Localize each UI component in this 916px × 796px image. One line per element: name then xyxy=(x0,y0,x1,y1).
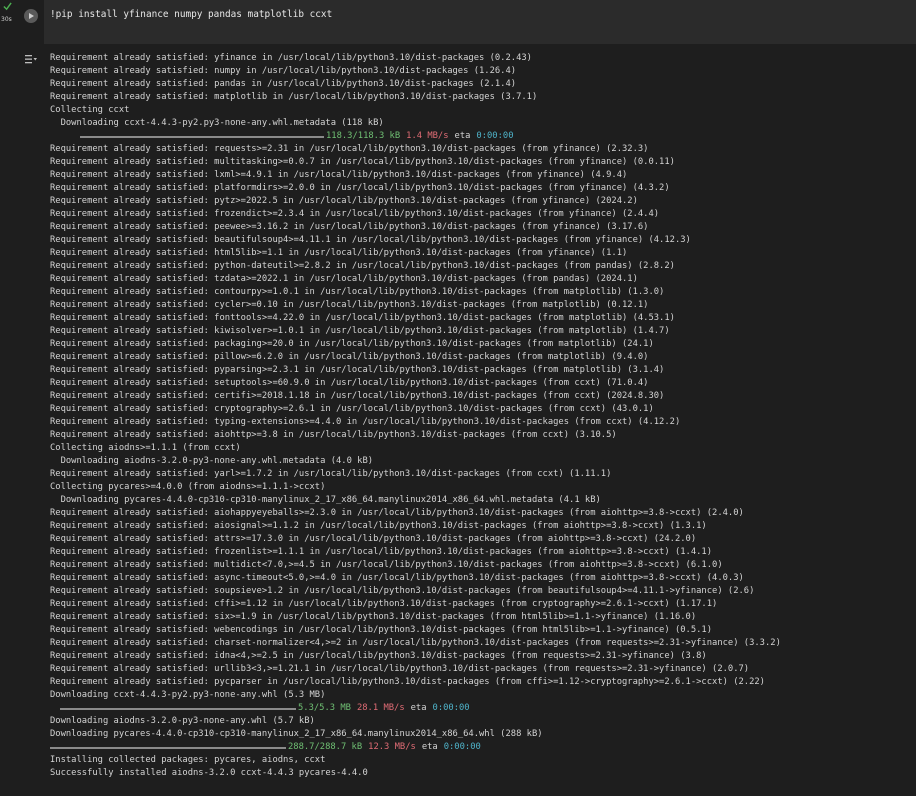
output-line: Requirement already satisfied: yarl>=1.7… xyxy=(50,469,612,479)
progress-line: 118.3/118.3 kB 1.4 MB/s eta 0:00:00 xyxy=(50,130,910,143)
output-line: Requirement already satisfied: numpy in … xyxy=(50,66,517,76)
output-line: Requirement already satisfied: yfinance … xyxy=(50,53,532,63)
output-line: Requirement already satisfied: requests>… xyxy=(50,144,649,154)
eta-label: eta xyxy=(454,131,471,141)
download-speed: 12.3 MB/s xyxy=(368,742,416,752)
output-line: Requirement already satisfied: aiohappye… xyxy=(50,508,744,518)
output-line: Requirement already satisfied: typing-ex… xyxy=(50,417,681,427)
output-line: Downloading pycares-4.4.0-cp310-cp310-ma… xyxy=(50,729,543,739)
code-line: !pip install yfinance numpy pandas matpl… xyxy=(50,9,333,20)
output-line: Requirement already satisfied: cffi>=1.1… xyxy=(50,599,718,609)
output-line: Requirement already satisfied: multidict… xyxy=(50,560,723,570)
execution-time: 30s xyxy=(1,16,12,23)
progress-bar xyxy=(80,135,324,138)
download-size: 118.3/118.3 kB xyxy=(326,131,401,141)
output-line: Requirement already satisfied: tzdata>=2… xyxy=(50,274,638,284)
output-line: Requirement already satisfied: python-da… xyxy=(50,261,675,271)
output-line: Requirement already satisfied: charset-n… xyxy=(50,638,781,648)
download-speed: 1.4 MB/s xyxy=(406,131,449,141)
run-cell-button[interactable] xyxy=(24,9,38,23)
download-size: 5.3/5.3 MB xyxy=(298,703,351,713)
output-line: Requirement already satisfied: idna<4,>=… xyxy=(50,651,707,661)
output-line: Requirement already satisfied: setuptool… xyxy=(50,378,649,388)
download-speed: 28.1 MB/s xyxy=(356,703,405,713)
output-line: Requirement already satisfied: frozenlis… xyxy=(50,547,713,557)
progress-bar xyxy=(50,746,286,749)
output-line: Downloading aiodns-3.2.0-py3-none-any.wh… xyxy=(50,456,374,466)
progress-line: 288.7/288.7 kB 12.3 MB/s eta 0:00:00 xyxy=(50,741,910,754)
output-line: Downloading pycares-4.4.0-cp310-cp310-ma… xyxy=(50,495,601,505)
output-line: Requirement already satisfied: platformd… xyxy=(50,183,670,193)
output-line: Requirement already satisfied: kiwisolve… xyxy=(50,326,670,336)
output-line: Requirement already satisfied: pandas in… xyxy=(50,79,517,89)
output-line: Collecting pycares>=4.0.0 (from aiodns>=… xyxy=(50,482,326,492)
output-line: Requirement already satisfied: certifi>=… xyxy=(50,391,665,401)
output-line: Requirement already satisfied: pytz>=202… xyxy=(50,196,638,206)
output-line: Requirement already satisfied: lxml>=4.9… xyxy=(50,170,628,180)
output-line: Requirement already satisfied: aiohttp>=… xyxy=(50,430,617,440)
eta-value: 0:00:00 xyxy=(432,703,470,713)
download-size: 288.7/288.7 kB xyxy=(288,742,363,752)
eta-label: eta xyxy=(410,703,427,713)
output-line: Requirement already satisfied: fonttools… xyxy=(50,313,675,323)
check-icon xyxy=(3,2,12,11)
output-line: Requirement already satisfied: packaging… xyxy=(50,339,654,349)
output-line: Requirement already satisfied: multitask… xyxy=(50,157,675,167)
output-line: Requirement already satisfied: pillow>=6… xyxy=(50,352,649,362)
output-line: Requirement already satisfied: aiosignal… xyxy=(50,521,707,531)
output-line: Requirement already satisfied: html5lib>… xyxy=(50,248,628,258)
output-line: Requirement already satisfied: peewee>=3… xyxy=(50,222,649,232)
output-line: Requirement already satisfied: contourpy… xyxy=(50,287,665,297)
output-line: Requirement already satisfied: frozendic… xyxy=(50,209,660,219)
output-line: Requirement already satisfied: cryptogra… xyxy=(50,404,654,414)
output-line: Requirement already satisfied: urllib3<3… xyxy=(50,664,750,674)
output-line: Requirement already satisfied: cycler>=0… xyxy=(50,300,649,310)
eta-value: 0:00:00 xyxy=(476,131,514,141)
code-editor[interactable]: !pip install yfinance numpy pandas matpl… xyxy=(44,0,916,44)
cell-gutter: 30s xyxy=(0,0,44,44)
output-line: Collecting aiodns>=1.1.1 (from ccxt) xyxy=(50,443,241,453)
output-line: Downloading aiodns-3.2.0-py3-none-any.wh… xyxy=(50,716,315,726)
output-line: Requirement already satisfied: matplotli… xyxy=(50,92,538,102)
eta-value: 0:00:00 xyxy=(443,742,481,752)
output-line: Downloading ccxt-4.4.3-py2.py3-none-any.… xyxy=(50,690,326,700)
output-line: Installing collected packages: pycares, … xyxy=(50,755,326,765)
output-line: Requirement already satisfied: six>=1.9 … xyxy=(50,612,697,622)
output-line: Downloading ccxt-4.4.3-py2.py3-none-any.… xyxy=(50,118,384,128)
output-line: Collecting ccxt xyxy=(50,105,130,115)
cell-output: Requirement already satisfied: yfinance … xyxy=(50,52,910,780)
output-line: Requirement already satisfied: soupsieve… xyxy=(50,586,755,596)
output-line: Requirement already satisfied: attrs>=17… xyxy=(50,534,697,544)
output-line: Successfully installed aiodns-3.2.0 ccxt… xyxy=(50,768,368,778)
progress-bar xyxy=(60,707,296,710)
output-line: Requirement already satisfied: async-tim… xyxy=(50,573,744,583)
output-line: Requirement already satisfied: webencodi… xyxy=(50,625,713,635)
progress-line: 5.3/5.3 MB 28.1 MB/s eta 0:00:00 xyxy=(50,702,910,715)
output-line: Requirement already satisfied: pycparser… xyxy=(50,677,765,687)
output-menu-icon[interactable] xyxy=(24,53,38,65)
output-line: Requirement already satisfied: beautiful… xyxy=(50,235,691,245)
play-icon xyxy=(29,13,34,19)
eta-label: eta xyxy=(421,742,438,752)
output-line: Requirement already satisfied: pyparsing… xyxy=(50,365,665,375)
